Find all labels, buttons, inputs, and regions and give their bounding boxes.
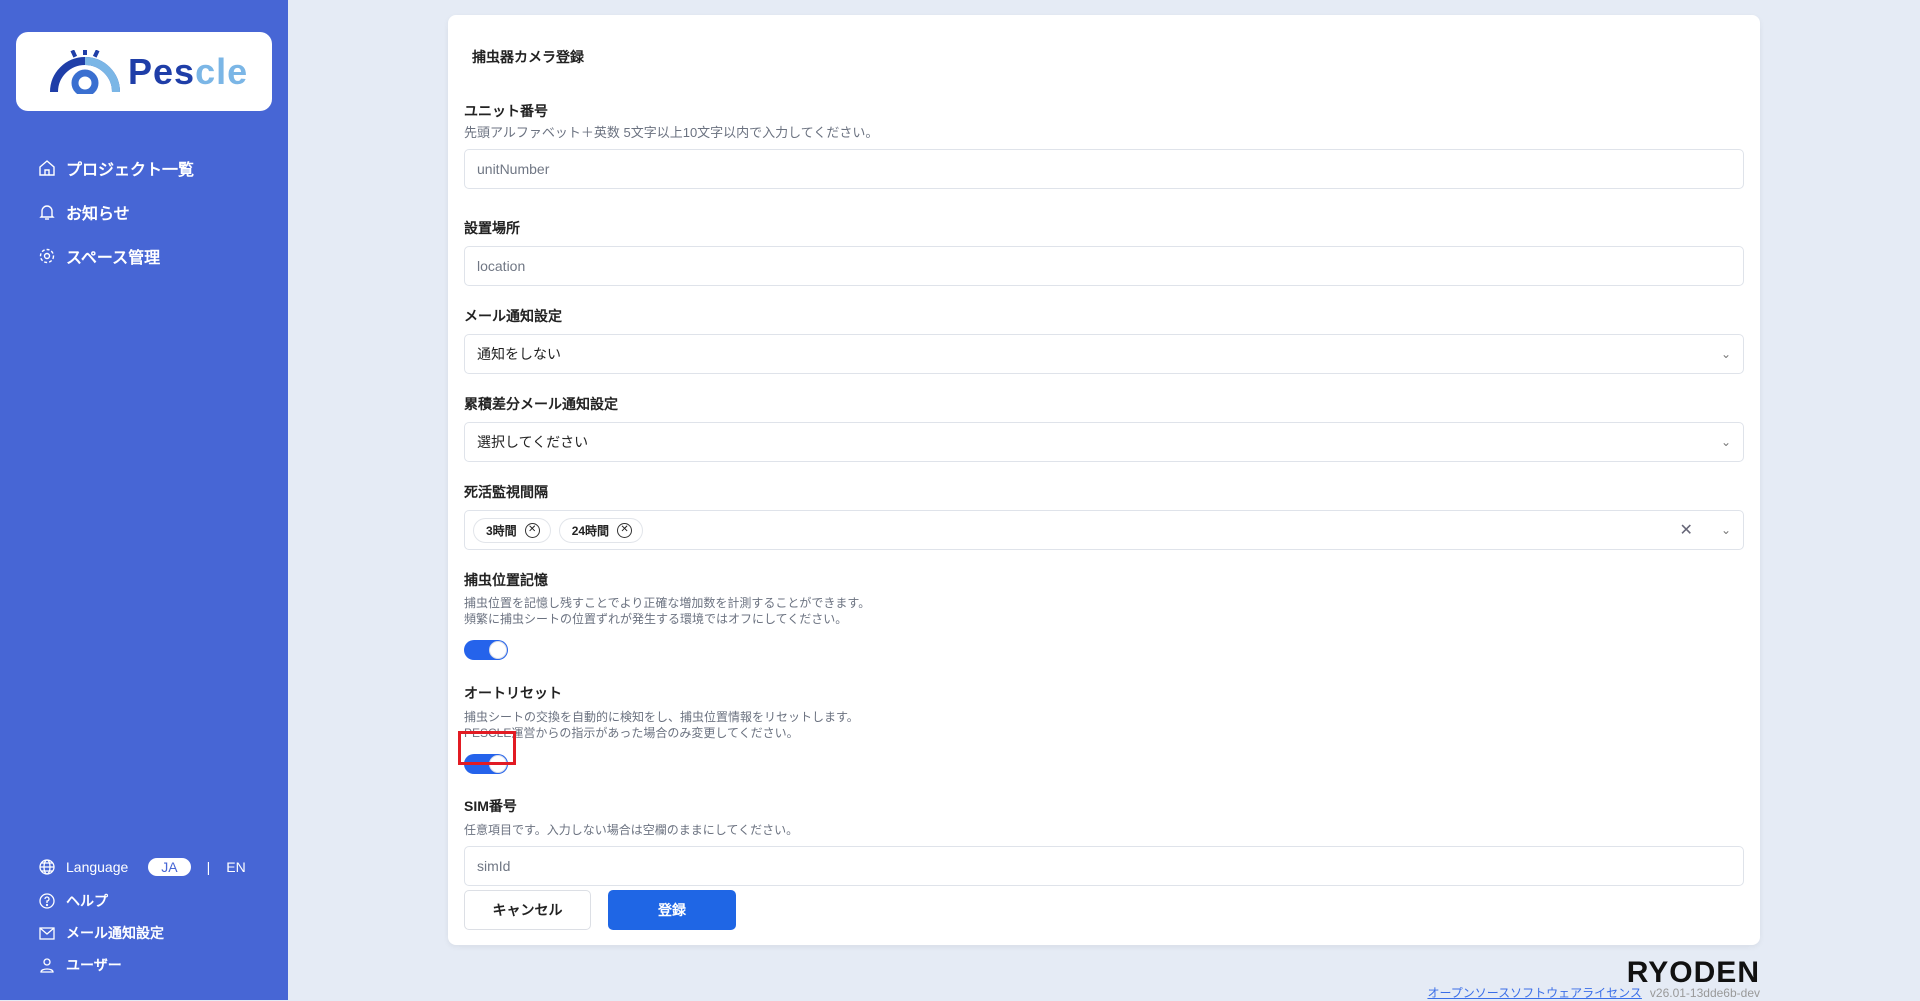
user-icon — [40, 958, 54, 973]
field-label: オートリセット — [464, 685, 562, 701]
chevron-down-icon[interactable]: ⌄ — [1721, 523, 1731, 537]
location-field: 設置場所 location — [464, 218, 1744, 286]
chip-label: 3時間 — [486, 523, 517, 538]
nav-notices[interactable]: お知らせ — [38, 200, 130, 224]
logo-text: Pescle — [128, 50, 249, 92]
oss-license-link[interactable]: オープンソースソフトウェアライセンス — [1427, 986, 1641, 1000]
field-hint: 捕虫シートの交換を自動的に検知をし、捕虫位置情報をリセットします。 — [464, 710, 859, 724]
nav-label: プロジェクト一覧 — [66, 162, 195, 179]
nav-label: ヘルプ — [66, 893, 108, 909]
sim-field: SIM番号 任意項目です。入力しない場合は空欄のままにしてください。 simId — [464, 796, 1744, 886]
nav-label: メール通知設定 — [66, 925, 164, 941]
version-text: v26.01-13dde6b-dev — [1649, 986, 1760, 1000]
language-en-button[interactable]: EN — [226, 859, 245, 875]
unit-number-input[interactable]: unitNumber — [464, 149, 1744, 189]
field-label: 死活監視間隔 — [464, 484, 548, 500]
nav-space-management[interactable]: スペース管理 — [38, 244, 160, 268]
highlight-box — [458, 731, 516, 765]
chip-24h: 24時間 ✕ — [558, 517, 644, 543]
field-hint: 捕虫位置を記憶し残すことでより正確な増加数を計測することができます。 — [464, 596, 871, 610]
location-input[interactable]: location — [464, 246, 1744, 286]
auto-reset-field: オートリセット 捕虫シートの交換を自動的に検知をし、捕虫位置情報をリセットします… — [464, 683, 1744, 774]
nav-label: お知らせ — [66, 206, 130, 223]
field-label: 設置場所 — [464, 220, 520, 236]
cumulative-mail-field: 累積差分メール通知設定 選択してください ⌄ — [464, 394, 1744, 462]
field-label: SIM番号 — [464, 798, 517, 814]
nav-help[interactable]: ヘルプ — [38, 891, 108, 911]
home-icon — [39, 160, 55, 176]
clear-all-icon[interactable]: ✕ — [1680, 520, 1693, 540]
select-value: 選択してください — [477, 434, 589, 450]
sim-input[interactable]: simId — [464, 846, 1744, 886]
chip-label: 24時間 — [571, 523, 610, 538]
field-label: 捕虫位置記憶 — [464, 572, 548, 588]
field-hint: PESCLE運営からの指示があった場合のみ変更してください。 — [464, 726, 799, 740]
gear-icon — [39, 248, 55, 264]
sidebar: Pescle プロジェクト一覧 お知らせ スペース管理 Language JA … — [0, 0, 288, 1000]
remove-chip-icon[interactable]: ✕ — [524, 522, 540, 538]
alive-monitor-multiselect[interactable]: 3時間 ✕ 24時間 ✕ ✕ ⌄ — [464, 510, 1744, 550]
cumulative-mail-select[interactable]: 選択してください ⌄ — [464, 422, 1744, 462]
chevron-down-icon: ⌄ — [1720, 347, 1731, 361]
unit-number-field: ユニット番号 先頭アルファベット＋英数 5文字以上10文字以内で入力してください… — [464, 101, 1744, 189]
language-switcher: Language JA | EN — [38, 858, 246, 876]
chip-3h: 3時間 ✕ — [473, 517, 551, 543]
chevron-down-icon: ⌄ — [1720, 435, 1731, 449]
eye-logo-icon — [50, 49, 120, 94]
nav-label: ユーザー — [66, 957, 122, 973]
position-memory-toggle[interactable] — [464, 640, 508, 660]
camera-registration-form: 捕虫器カメラ登録 ユニット番号 先頭アルファベット＋英数 5文字以上10文字以内… — [448, 15, 1760, 945]
field-label: ユニット番号 — [464, 103, 548, 119]
field-label: 累積差分メール通知設定 — [464, 396, 618, 412]
mail-notification-field: メール通知設定 通知をしない ⌄ — [464, 306, 1744, 374]
help-icon — [39, 893, 55, 909]
nav-user[interactable]: ユーザー — [38, 955, 122, 975]
position-memory-field: 捕虫位置記憶 捕虫位置を記憶し残すことでより正確な増加数を計測することができます… — [464, 570, 1744, 660]
language-separator: | — [206, 859, 211, 875]
select-value: 通知をしない — [477, 346, 561, 362]
mail-icon — [39, 927, 55, 940]
field-hint: 頻繁に捕虫シートの位置ずれが発生する環境ではオフにしてください。 — [464, 612, 848, 626]
field-label: メール通知設定 — [464, 308, 562, 324]
alive-monitor-field: 死活監視間隔 3時間 ✕ 24時間 ✕ ✕ ⌄ — [464, 482, 1744, 550]
nav-projects[interactable]: プロジェクト一覧 — [38, 156, 194, 180]
pescle-logo[interactable]: Pescle — [16, 32, 272, 111]
field-hint: 任意項目です。入力しない場合は空欄のままにしてください。 — [464, 823, 799, 837]
globe-icon — [39, 859, 55, 875]
nav-label: スペース管理 — [66, 250, 161, 267]
mail-notification-select[interactable]: 通知をしない ⌄ — [464, 334, 1744, 374]
register-button[interactable]: 登録 — [608, 890, 736, 930]
nav-mail-settings[interactable]: メール通知設定 — [38, 923, 164, 943]
page-title: 捕虫器カメラ登録 — [472, 49, 584, 65]
language-ja-button[interactable]: JA — [148, 858, 191, 876]
bell-icon — [39, 205, 55, 220]
remove-chip-icon[interactable]: ✕ — [617, 522, 633, 538]
footer: オープンソースソフトウェアライセンス v26.01-13dde6b-dev — [1427, 984, 1760, 1001]
field-hint: 先頭アルファベット＋英数 5文字以上10文字以内で入力してください。 — [464, 125, 879, 140]
cancel-button[interactable]: キャンセル — [464, 890, 591, 930]
language-label: Language — [66, 859, 129, 875]
